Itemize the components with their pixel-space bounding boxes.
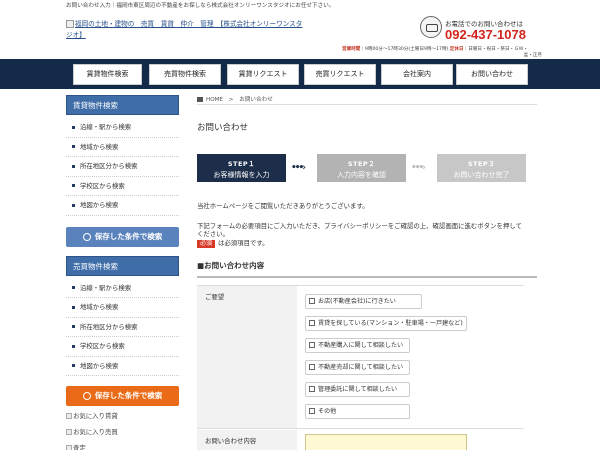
hours-label: 営業時間 <box>342 47 361 52</box>
section-heading: ■お問い合わせ内容 <box>197 260 537 278</box>
rent-search-list: 沿線・駅から検索 地域から検索 所在地区分から検索 学校区から検索 地図から検索 <box>66 115 179 217</box>
request-row: ご要望 お店(不動産会社)に行きたい 賃貸を探している(マンション・駐車場・一戸… <box>197 286 524 429</box>
sale-saved-search-label: 保存した条件で検索 <box>94 391 163 400</box>
page-title: お問い合わせ <box>197 123 249 133</box>
step-3: STEP３ お問い合わせ完了 <box>437 154 526 182</box>
hours-value: ｜9時00分～17時30分(土曜日9時～17時) <box>360 47 449 52</box>
option-other[interactable]: その他 <box>305 404 410 419</box>
option-label: 賃貸を探している(マンション・駐車場・一戸建など) <box>318 320 463 327</box>
favorite-sale-link[interactable]: お気に入り売買 <box>66 426 179 439</box>
step-3-number: STEP３ <box>467 160 496 168</box>
option-search-rental[interactable]: 賃貸を探している(マンション・駐車場・一戸建など) <box>305 316 467 331</box>
step-1-number: STEP１ <box>227 160 256 168</box>
nav-sale-search[interactable]: 売買物件検索 <box>149 64 221 85</box>
step-arrow-icon: •••› <box>411 163 426 173</box>
breadcrumb-home[interactable]: HOME <box>206 97 223 103</box>
content-label: お問い合わせ内容 <box>197 430 297 450</box>
sale-search-by-district[interactable]: 所在地区分から検索 <box>66 318 179 337</box>
checkbox-icon <box>309 342 315 348</box>
option-management-consult[interactable]: 管理委託に関して相談したい <box>305 382 410 397</box>
broken-image-icon <box>66 445 72 450</box>
request-label: ご要望 <box>197 286 297 428</box>
broken-image-icon <box>66 413 72 419</box>
option-sale-consult[interactable]: 不動産売却に関して相談したい <box>305 360 410 375</box>
option-label: 不動産売却に関して相談したい <box>318 364 404 371</box>
option-label: お店(不動産会社)に行きたい <box>318 298 396 305</box>
rent-search-by-district[interactable]: 所在地区分から検索 <box>66 157 179 177</box>
step-2: STEP２ 入力内容を確認 <box>317 154 406 182</box>
favorite-sale-label: お気に入り売買 <box>73 428 118 436</box>
intro-instructions: 下記フォームの必要項目にご入力いただき、プライバシーポリシーをご確認の上、確認画… <box>197 222 522 238</box>
checkbox-icon <box>309 364 315 370</box>
step-indicator: STEP１ お客様情報を入力 •••› STEP２ 入力内容を確認 •••› S… <box>197 154 537 184</box>
intro-thanks: 当社ホームページをご閲覧いただきありがとうございます。 <box>197 202 369 210</box>
top-tagline: お問い合わせ入力｜福岡市東区周辺の不動産をお探しなら株式会社オンリーワンスタジオ… <box>66 3 335 9</box>
favorite-rent-label: お気に入り賃貸 <box>73 412 118 420</box>
breadcrumb: HOME > お問い合わせ <box>197 95 537 105</box>
option-label: 管理委託に関して相談したい <box>318 386 398 393</box>
rent-search-by-line[interactable]: 沿線・駅から検索 <box>66 118 179 138</box>
holiday-label: 定休日 <box>449 47 464 52</box>
magnifier-icon <box>82 392 91 400</box>
checkbox-icon <box>309 320 315 326</box>
step-2-label: 入力内容を確認 <box>337 171 386 179</box>
sale-search-by-school[interactable]: 学校区から検索 <box>66 337 179 357</box>
option-visit-store[interactable]: お店(不動産会社)に行きたい <box>305 294 422 309</box>
rent-saved-search-button[interactable]: 保存した条件で検索 <box>66 226 179 247</box>
site-logo-link[interactable]: 福岡の土地・建物の 売買 賃貸 仲介 管理 【株式会社オンリーワンスタジオ】 <box>66 19 306 41</box>
required-badge: 必須 <box>197 240 216 248</box>
option-label: 不動産購入に関して相談したい <box>318 342 404 349</box>
broken-image-icon <box>66 429 72 435</box>
logo-alt-text: 福岡の土地・建物の 売買 賃貸 仲介 管理 【株式会社オンリーワンスタジオ】 <box>66 20 303 39</box>
rent-saved-search-label: 保存した条件で検索 <box>94 231 163 241</box>
home-icon <box>197 97 203 102</box>
favorite-rent-link[interactable]: お気に入り賃貸 <box>66 410 179 423</box>
checkbox-icon <box>309 298 315 304</box>
content-textarea[interactable] <box>305 434 467 450</box>
rent-search-by-area[interactable]: 地域から検索 <box>66 138 179 157</box>
business-hours: 営業時間｜9時00分～17時30分(土曜日9時～17時) 定休日｜日曜日・祝日・… <box>342 47 542 59</box>
holiday-value: ｜日曜日・祝日・祭日・ＧＷ・ <box>463 47 528 52</box>
appraisal-label: 査定 <box>73 444 86 450</box>
nav-company[interactable]: 会社案内 <box>381 64 453 85</box>
checkbox-icon <box>309 386 315 392</box>
required-note-text: は必須項目です。 <box>218 239 269 247</box>
inquiry-form: ご要望 お店(不動産会社)に行きたい 賃貸を探している(マンション・駐車場・一戸… <box>197 285 524 450</box>
main-content: HOME > お問い合わせ お問い合わせ STEP１ お客様情報を入力 •••›… <box>197 95 537 278</box>
sale-search-by-line[interactable]: 沿線・駅から検索 <box>66 279 179 298</box>
site-header: 福岡の土地・建物の 売買 賃貸 仲介 管理 【株式会社オンリーワンスタジオ】 お… <box>0 13 600 59</box>
rent-search-by-school[interactable]: 学校区から検索 <box>66 177 179 196</box>
magnifier-icon <box>82 232 91 241</box>
required-note: 必須 は必須項目です。 <box>197 239 537 248</box>
step-1: STEP１ お客様情報を入力 <box>197 154 286 182</box>
nav-contact[interactable]: お問い合わせ <box>456 64 528 85</box>
appraisal-link[interactable]: 査定 <box>66 442 179 450</box>
telephone-icon <box>420 16 442 38</box>
content-row: お問い合わせ内容 <box>197 430 524 450</box>
sale-search-by-area[interactable]: 地域から検索 <box>66 298 179 318</box>
phone-number[interactable]: 092-437-1078 <box>445 27 526 42</box>
nav-rent-request[interactable]: 賃貸リクエスト <box>227 64 299 85</box>
nav-rent-search[interactable]: 賃貸物件検索 <box>73 64 142 85</box>
nav-sale-request[interactable]: 売買リクエスト <box>304 64 376 85</box>
option-label: その他 <box>318 408 337 415</box>
sale-search-heading: 売買物件検索 <box>66 255 179 276</box>
rent-search-by-map[interactable]: 地図から検索 <box>66 196 179 216</box>
step-3-label: お問い合わせ完了 <box>453 171 510 179</box>
step-2-number: STEP２ <box>347 160 376 168</box>
breadcrumb-separator: > <box>228 97 234 103</box>
checkbox-icon <box>309 408 315 414</box>
step-1-label: お客様情報を入力 <box>213 171 270 179</box>
broken-image-icon <box>66 20 74 28</box>
rent-search-heading: 賃貸物件検索 <box>66 95 179 115</box>
breadcrumb-current: お問い合わせ <box>239 97 273 103</box>
step-arrow-icon: •••› <box>291 163 306 173</box>
sale-saved-search-button[interactable]: 保存した条件で検索 <box>66 386 179 406</box>
sale-search-by-map[interactable]: 地図から検索 <box>66 357 179 376</box>
global-nav: 賃貸物件検索 売買物件検索 賃貸リクエスト 売買リクエスト 会社案内 お問い合わ… <box>0 59 600 89</box>
option-purchase-consult[interactable]: 不動産購入に関して相談したい <box>305 338 410 353</box>
sale-search-list: 沿線・駅から検索 地域から検索 所在地区分から検索 学校区から検索 地図から検索 <box>66 275 179 377</box>
sidebar: 賃貸物件検索 沿線・駅から検索 地域から検索 所在地区分から検索 学校区から検索… <box>66 95 179 450</box>
